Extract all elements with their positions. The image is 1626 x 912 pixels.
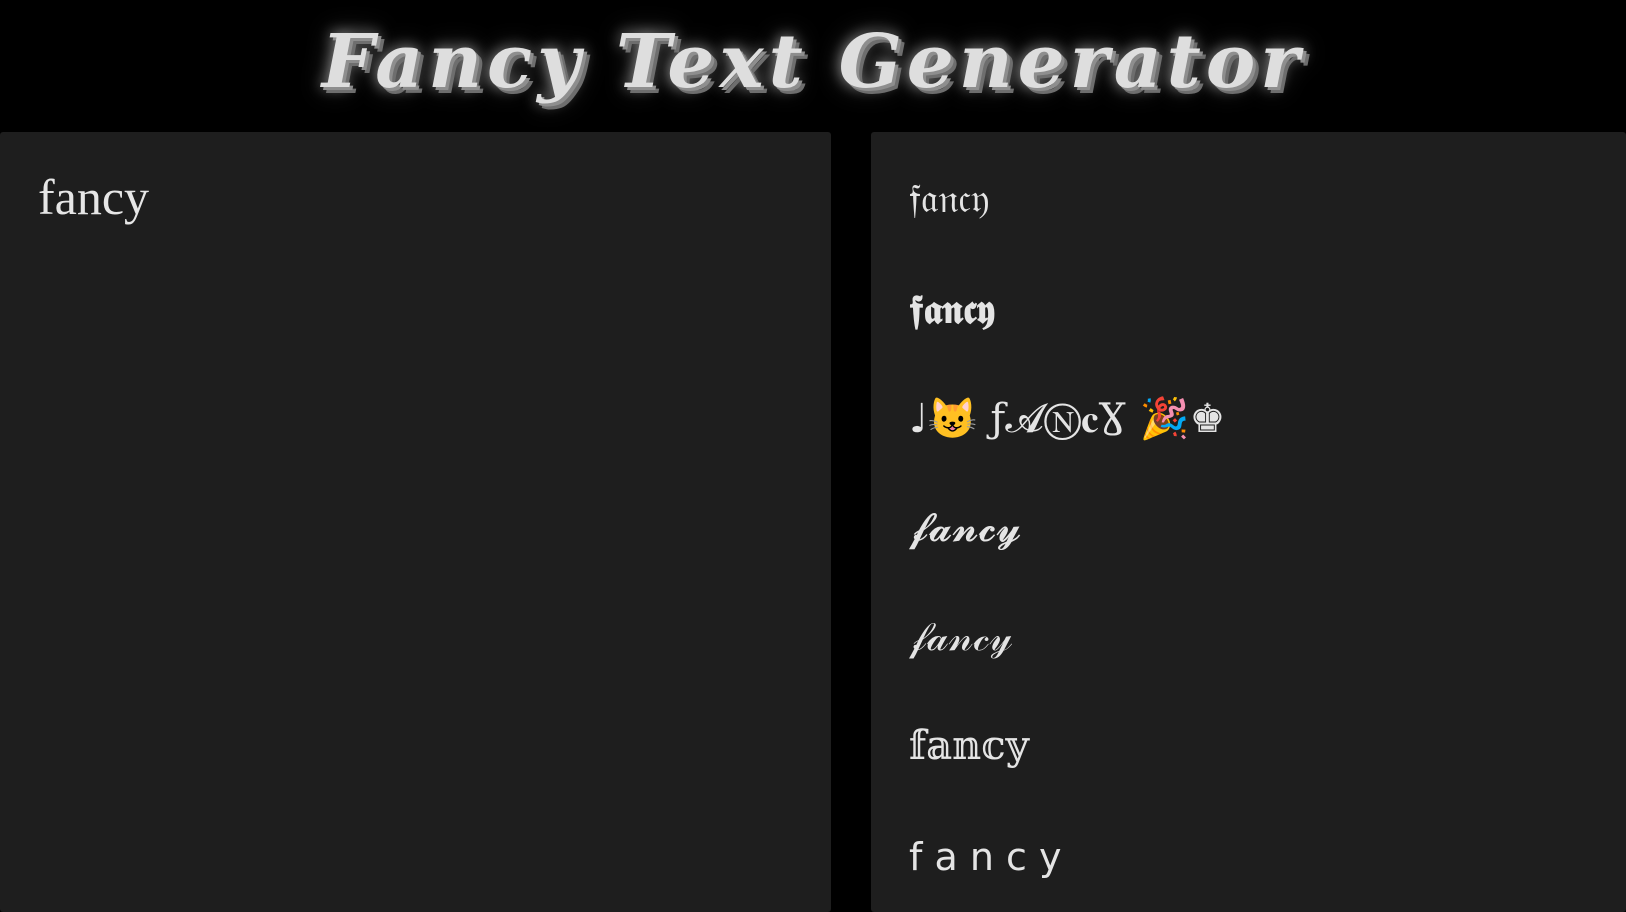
result-item-bold-script[interactable]: 𝓯𝓪𝓷𝓬𝔂 — [909, 478, 1021, 578]
page-title: Fancy Text Generator — [321, 19, 1305, 105]
results-panel: 𝔣𝔞𝔫𝔠𝔶 𝖋𝖆𝖓𝖈𝖞 ♩😺 ƒ𝓐Ⓝ𝐜Ɣ 🎉♚ 𝓯𝓪𝓷𝓬𝔂 𝒻𝒶𝓃𝒸𝓎 𝕗𝕒𝕟𝕔… — [871, 132, 1626, 912]
result-item-fraktur[interactable]: 𝔣𝔞𝔫𝔠𝔶 — [909, 149, 990, 249]
result-item-script[interactable]: 𝒻𝒶𝓃𝒸𝓎 — [909, 587, 1013, 687]
result-item-emoji-decorated[interactable]: ♩😺 ƒ𝓐Ⓝ𝐜Ɣ 🎉♚ — [909, 368, 1225, 468]
input-panel[interactable]: fancy — [0, 132, 831, 912]
result-item-spaced[interactable]: f a n c y — [909, 807, 1061, 907]
result-item-double-struck[interactable]: 𝕗𝕒𝕟𝕔𝕪 — [909, 696, 1029, 796]
text-input[interactable]: fancy — [38, 172, 149, 222]
result-item-bold-fraktur[interactable]: 𝖋𝖆𝖓𝖈𝖞 — [909, 259, 995, 359]
